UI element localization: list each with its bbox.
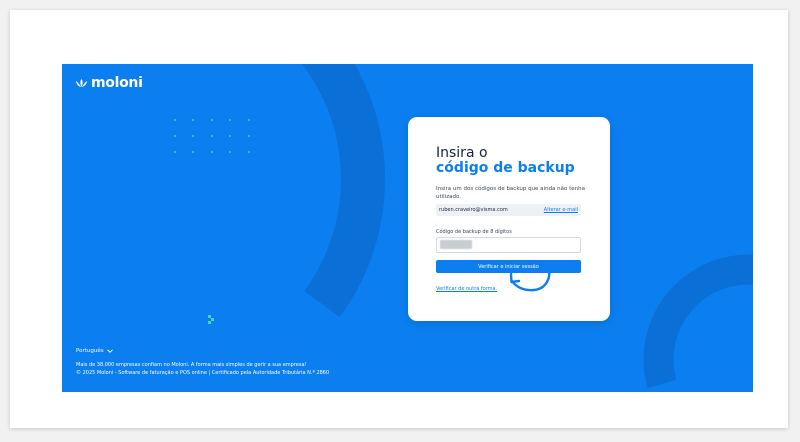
footer: Mais de 38.000 empresas confiam no Molon… [76, 361, 329, 377]
instructions-text: Insira um dos códigos de backup que aind… [436, 186, 586, 200]
sparkle-icon [208, 315, 214, 324]
curved-arrow-icon [509, 265, 551, 292]
moloni-logo[interactable]: moloni [75, 75, 143, 91]
arc-shape [301, 64, 386, 318]
lotus-flower-icon [76, 79, 87, 87]
page-title-line2: código de backup [436, 160, 575, 176]
account-email: ruben.craveiro@visma.com [439, 207, 508, 213]
backup-code-card: Insira o código de backup Insira um dos … [408, 117, 610, 321]
backup-code-label: Código de backup de 8 dígitos [436, 229, 512, 235]
language-selector[interactable]: Português [76, 348, 113, 354]
page-title-line1: Insira o [436, 145, 488, 161]
login-background: moloni Português Mais de 38.000 empresas… [62, 64, 753, 392]
dot-grid [174, 119, 250, 153]
footer-copyright: © 2025 Moloni - Software de faturação e … [76, 370, 330, 376]
chevron-down-icon [106, 349, 113, 353]
other-method-link[interactable]: Verificar de outra forma. [436, 286, 497, 292]
email-box: ruben.craveiro@visma.com Alterar e-mail [436, 204, 581, 216]
language-label: Português [76, 348, 104, 354]
footer-tagline: Mais de 38.000 empresas confiam no Molon… [76, 362, 307, 368]
change-email-link[interactable]: Alterar e-mail [544, 207, 578, 213]
arc-shape [643, 254, 753, 389]
redacted-code-overlay [440, 240, 472, 249]
screenshot-frame: moloni Português Mais de 38.000 empresas… [10, 10, 788, 428]
brand-name: moloni [91, 75, 143, 91]
